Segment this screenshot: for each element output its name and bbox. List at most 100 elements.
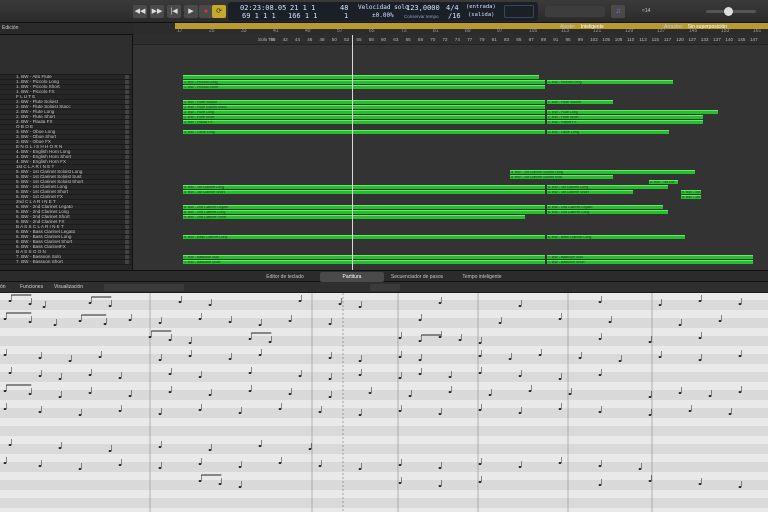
note-head[interactable] — [408, 395, 412, 397]
marker-label[interactable]: 147 — [750, 37, 758, 42]
track-mute-button[interactable] — [125, 240, 129, 244]
track-mute-button[interactable] — [125, 135, 129, 139]
marker-label[interactable]: 63 — [393, 37, 398, 42]
note-head[interactable] — [3, 390, 7, 392]
marker-label[interactable]: 102 — [590, 37, 598, 42]
midi-region[interactable]: 5. BW - 1st Clarinet Soloist Sust — [510, 175, 613, 179]
note-head[interactable] — [398, 337, 402, 339]
note-head[interactable] — [208, 449, 212, 451]
track-mute-button[interactable] — [125, 170, 129, 174]
note-head[interactable] — [328, 323, 332, 325]
marker-label[interactable]: 68 — [418, 37, 423, 42]
marker-label[interactable]: 145 — [738, 37, 746, 42]
note-head[interactable] — [148, 336, 152, 338]
marker-label[interactable]: 137 — [713, 37, 721, 42]
drag-value[interactable]: Sin superposición — [688, 24, 727, 30]
marker-label[interactable]: 83 — [504, 37, 509, 42]
note-head[interactable] — [578, 357, 582, 359]
note-head[interactable] — [158, 359, 162, 361]
cycle-button[interactable]: ⟳ — [212, 5, 226, 18]
note-head[interactable] — [478, 481, 482, 483]
playhead[interactable] — [352, 35, 353, 270]
marker-label[interactable]: 46 — [307, 37, 312, 42]
track-mute-button[interactable] — [125, 185, 129, 189]
note-head[interactable] — [488, 394, 492, 396]
note-head[interactable] — [438, 467, 442, 469]
tab-1[interactable]: Partitura — [320, 272, 384, 282]
track-mute-button[interactable] — [125, 220, 129, 224]
note-head[interactable] — [168, 339, 172, 341]
marker-label[interactable]: 52 — [344, 37, 349, 42]
track-mute-button[interactable] — [125, 210, 129, 214]
marker-label[interactable]: 48 — [320, 37, 325, 42]
midi-region[interactable]: 5. BW - 1st Clarinet Soloist Long — [510, 170, 695, 174]
note-head[interactable] — [248, 338, 252, 340]
note-head[interactable] — [618, 360, 622, 362]
track-mute-button[interactable] — [125, 165, 129, 169]
note-head[interactable] — [358, 306, 362, 308]
marker-label[interactable]: 87 — [529, 37, 534, 42]
track-mute-button[interactable] — [125, 140, 129, 144]
marker-label[interactable]: 115 — [652, 37, 659, 42]
note-head[interactable] — [108, 305, 112, 307]
marker-label[interactable]: 117 — [664, 37, 671, 42]
note-head[interactable] — [28, 321, 32, 323]
midi-region[interactable] — [183, 75, 539, 79]
note-head[interactable] — [328, 357, 332, 359]
score-view-menu[interactable]: Visualización — [54, 284, 83, 290]
note-head[interactable] — [268, 341, 272, 343]
note-head[interactable] — [238, 466, 242, 468]
marker-label[interactable]: 70 — [430, 37, 435, 42]
note-head[interactable] — [288, 393, 292, 395]
tab-0[interactable]: Editor de teclado — [255, 272, 315, 282]
midi-region[interactable]: 5. BW - 1st — [681, 195, 701, 199]
track-mute-button[interactable] — [125, 80, 129, 84]
note-head[interactable] — [648, 480, 652, 482]
lcd-tempo[interactable]: 123,0000 — [406, 4, 440, 12]
note-head[interactable] — [568, 393, 572, 395]
note-head[interactable] — [208, 394, 212, 396]
note-head[interactable] — [278, 462, 282, 464]
note-head[interactable] — [298, 300, 302, 302]
note-head[interactable] — [598, 484, 602, 486]
note-head[interactable] — [728, 413, 732, 415]
note-head[interactable] — [118, 410, 122, 412]
note-head[interactable] — [398, 356, 402, 358]
marker-label[interactable]: 79 — [479, 37, 484, 42]
editor-tools[interactable] — [545, 6, 605, 17]
note-head[interactable] — [198, 409, 202, 411]
note-head[interactable] — [3, 318, 7, 320]
note-head[interactable] — [658, 304, 662, 306]
note-head[interactable] — [698, 300, 702, 302]
track-mute-button[interactable] — [125, 145, 129, 149]
note-head[interactable] — [38, 411, 42, 413]
midi-region[interactable]: 2. BW - Flute Short — [183, 115, 545, 119]
marker-label[interactable]: 85 — [516, 37, 521, 42]
score-tool-buttons[interactable] — [104, 284, 184, 291]
track-mute-button[interactable] — [125, 230, 129, 234]
note-head[interactable] — [188, 342, 192, 344]
tuner-icon[interactable]: ♫ — [611, 5, 625, 18]
note-head[interactable] — [78, 414, 82, 416]
marker-label[interactable]: 77 — [467, 37, 472, 42]
note-head[interactable] — [228, 321, 232, 323]
marker-label[interactable]: 65 — [406, 37, 411, 42]
note-head[interactable] — [128, 319, 132, 321]
note-head[interactable] — [58, 396, 62, 398]
midi-region[interactable]: 5. BW - 1st Cla — [649, 180, 678, 184]
note-head[interactable] — [178, 301, 182, 303]
track-mute-button[interactable] — [125, 245, 129, 249]
note-head[interactable] — [258, 324, 262, 326]
note-head[interactable] — [438, 485, 442, 487]
midi-region[interactable]: 2. BW - Flute Soloist Stacc — [183, 105, 545, 109]
tab-3[interactable]: Tempo inteligente — [450, 272, 514, 282]
note-head[interactable] — [658, 356, 662, 358]
note-head[interactable] — [518, 375, 522, 377]
note-head[interactable] — [3, 462, 7, 464]
note-head[interactable] — [538, 354, 542, 356]
lcd-signature[interactable]: 4/4 — [446, 4, 459, 12]
midi-region[interactable]: 7. BW - Bassoon Solo — [547, 255, 753, 259]
go-to-start-button[interactable]: |◀ — [167, 5, 181, 18]
note-head[interactable] — [158, 413, 162, 415]
midi-region[interactable]: 2. BW - Flauta FX — [547, 120, 703, 124]
